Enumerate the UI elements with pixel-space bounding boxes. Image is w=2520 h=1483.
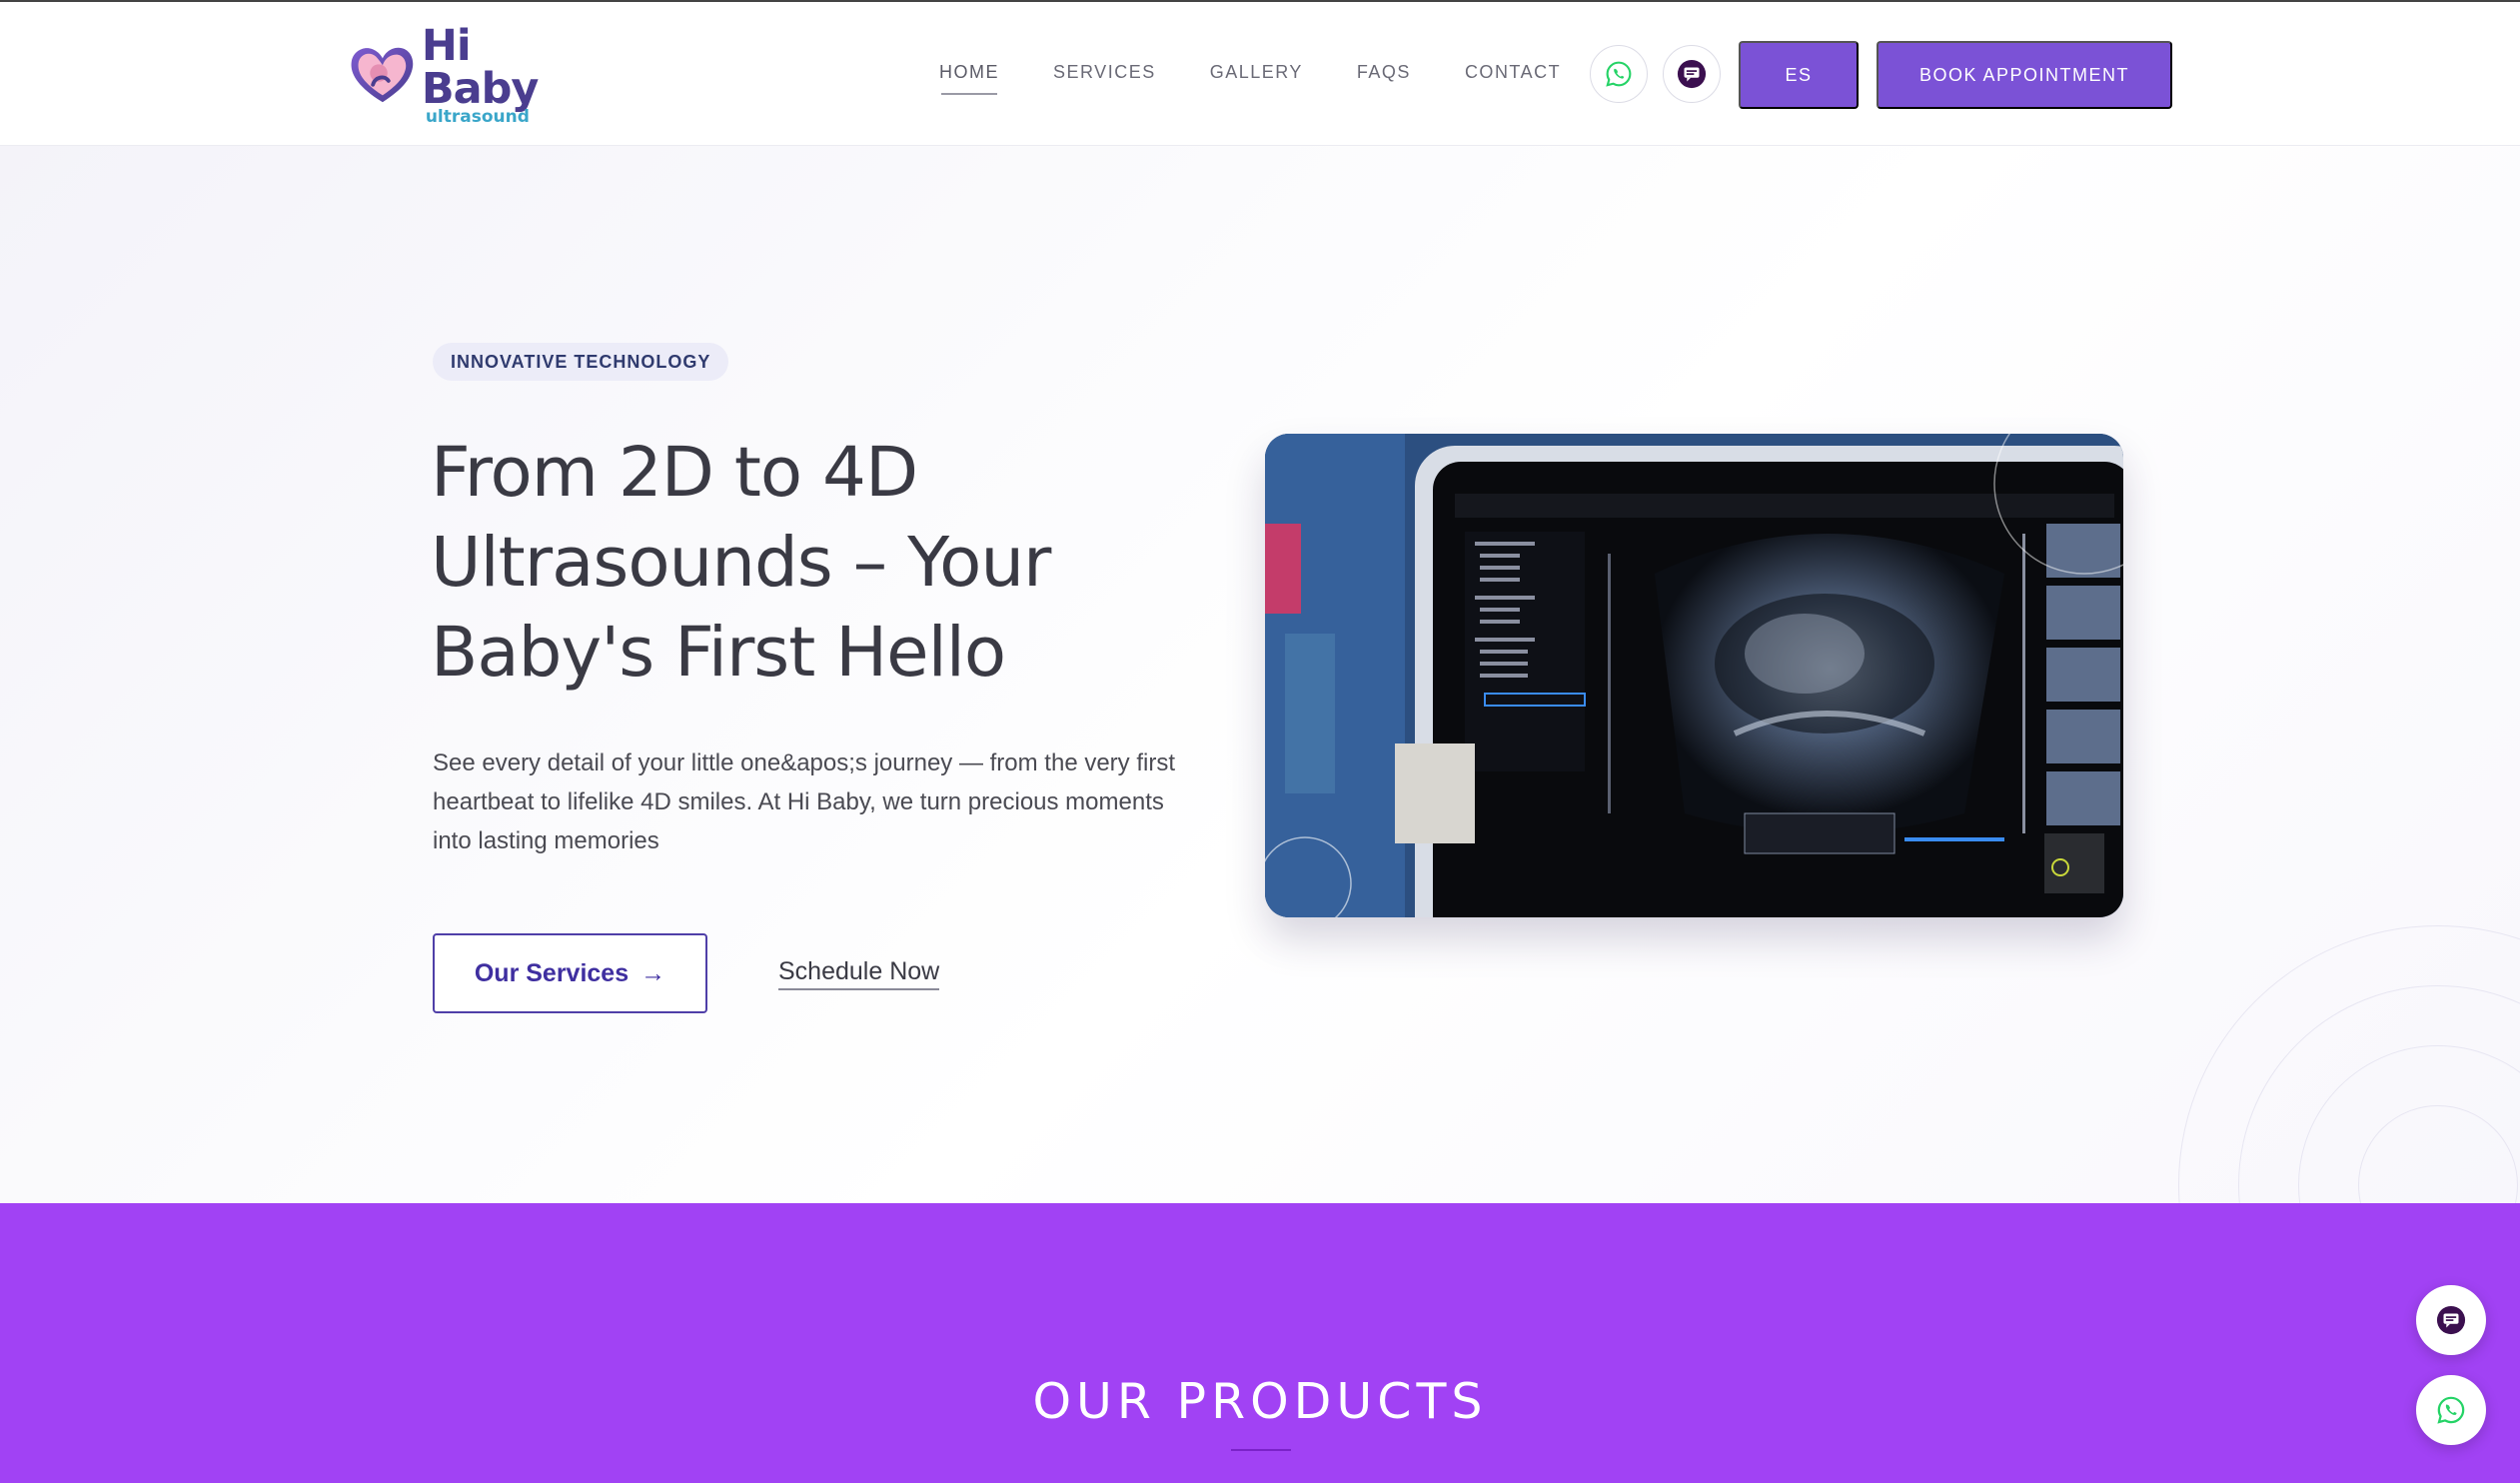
hero-title-line: Ultrasounds – Your — [431, 523, 1051, 603]
site-header: Hi Baby ultrasound HOME SERVICES GALLERY… — [0, 0, 2520, 146]
hero-title-line: From 2D to 4D — [431, 433, 918, 513]
book-appointment-button[interactable]: BOOK APPOINTMENT — [1877, 41, 2172, 109]
nav-item-faqs[interactable]: FAQS — [1357, 62, 1411, 95]
schedule-now-link[interactable]: Schedule Now — [778, 957, 940, 990]
title-divider — [1231, 1449, 1291, 1451]
hero-badge: INNOVATIVE TECHNOLOGY — [433, 343, 729, 381]
nav-item-gallery[interactable]: GALLERY — [1210, 62, 1303, 95]
brand-logo[interactable]: Hi Baby ultrasound — [346, 24, 596, 125]
language-button[interactable]: ES — [1739, 41, 1859, 109]
main-nav: HOME SERVICES GALLERY FAQS CONTACT — [939, 62, 1615, 95]
floating-whatsapp-button[interactable] — [2416, 1375, 2486, 1445]
hero-description: See every detail of your little one&apos… — [433, 749, 1176, 854]
brand-tagline: ultrasound — [425, 106, 530, 127]
products-title: OUR PRODUCTS — [1032, 1373, 1488, 1430]
nav-item-contact[interactable]: CONTACT — [1465, 62, 1561, 95]
chat-button[interactable] — [1663, 45, 1721, 103]
hero-title: From 2D to 4D Ultrasounds – Your Baby's … — [431, 428, 1190, 698]
hero-ultrasound-image — [1265, 434, 2123, 917]
nav-item-services[interactable]: SERVICES — [1053, 62, 1156, 95]
hero-title-line: Baby's First Hello — [431, 613, 1006, 693]
chat-icon — [2436, 1305, 2466, 1335]
arrow-right-icon: → — [640, 958, 666, 987]
floating-chat-button[interactable] — [2416, 1285, 2486, 1355]
ultrasound-monitor-illustration — [1265, 434, 2123, 917]
logo-heart-icon — [351, 47, 414, 103]
hero-section: INNOVATIVE TECHNOLOGY From 2D to 4D Ultr… — [0, 146, 2520, 1203]
chat-icon — [1677, 59, 1707, 89]
whatsapp-button[interactable] — [1590, 45, 1648, 103]
brand-name: Hi Baby — [421, 20, 540, 114]
our-services-button[interactable]: Our Services → — [433, 933, 707, 1013]
products-section: OUR PRODUCTS — [0, 1203, 2520, 1483]
whatsapp-icon — [2437, 1396, 2465, 1424]
our-services-label: Our Services — [474, 958, 630, 987]
whatsapp-icon — [1606, 61, 1632, 87]
nav-item-home[interactable]: HOME — [939, 62, 999, 95]
